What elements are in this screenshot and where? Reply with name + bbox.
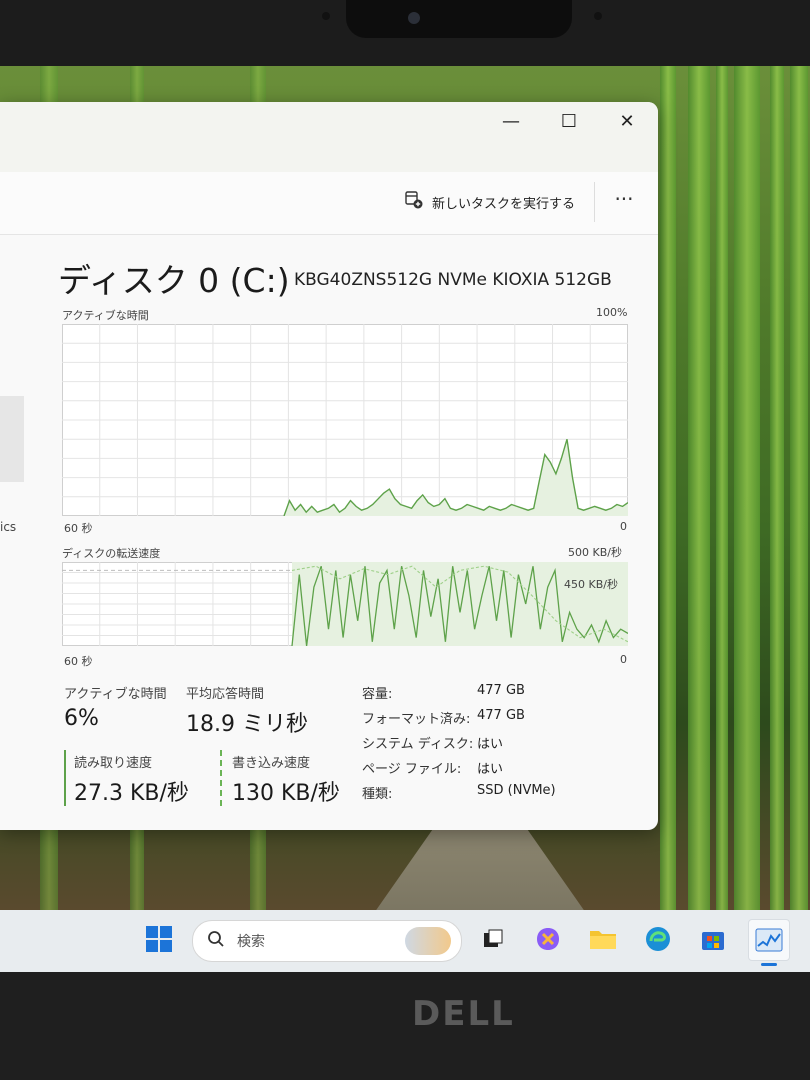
page-file-value: はい	[477, 762, 504, 777]
laptop-bezel-top	[0, 0, 810, 70]
task-view-button[interactable]	[478, 924, 508, 954]
webcam	[346, 0, 572, 38]
copilot-icon	[537, 928, 559, 950]
title-bar: — ☐ ✕	[0, 102, 658, 172]
search-placeholder: 検索	[237, 934, 265, 950]
toolbar-separator	[594, 182, 595, 222]
avg-response-value: 18.9 ミリ秒	[186, 712, 308, 737]
system-disk-value: はい	[477, 737, 504, 752]
active-time-graph	[62, 324, 628, 516]
minimize-button[interactable]: —	[482, 102, 540, 140]
sidebar-item-label: ics	[0, 520, 17, 534]
page-title: ディスク 0 (C:)	[58, 261, 290, 300]
toolbar: 新しいタスクを実行する ···	[0, 172, 658, 235]
page-file-label: ページ ファイル:	[362, 762, 462, 777]
task-manager-icon	[755, 928, 783, 952]
active-time-max-label: 100%	[596, 306, 628, 319]
start-button[interactable]	[144, 924, 174, 954]
search-highlight-icon	[405, 927, 451, 955]
write-speed-value: 130 KB/秒	[232, 781, 340, 806]
store-icon	[702, 932, 724, 950]
type-value: SSD (NVMe)	[477, 783, 556, 798]
transfer-rate-min-label: 0	[620, 653, 627, 666]
transfer-rate-graph-label: ディスクの転送速度	[62, 547, 161, 560]
type-label: 種類:	[362, 787, 393, 802]
task-manager-taskbar-button[interactable]	[748, 919, 790, 966]
capacity-label: 容量:	[362, 687, 393, 702]
active-time-graph-label: アクティブな時間	[62, 309, 149, 322]
active-time-min-label: 0	[620, 520, 627, 533]
active-time-stat-value: 6%	[64, 706, 99, 731]
task-manager-window: — ☐ ✕ 新しいタスクを実行する ··· ics ディスク 0 (C:) KB…	[0, 102, 658, 830]
transfer-rate-max-label: 500 KB/秒	[568, 546, 622, 559]
run-new-task-button[interactable]: 新しいタスクを実行する	[404, 186, 575, 218]
system-disk-label: システム ディスク:	[362, 737, 474, 752]
taskbar: 検索	[0, 910, 810, 972]
read-speed-value: 27.3 KB/秒	[74, 781, 189, 806]
taskbar-search-box[interactable]: 検索	[192, 920, 462, 962]
write-speed-label: 書き込み速度	[232, 756, 311, 771]
microsoft-store-button[interactable]	[698, 924, 728, 954]
folder-icon	[590, 931, 616, 949]
close-button[interactable]: ✕	[598, 102, 656, 140]
active-time-span-label: 60 秒	[64, 522, 93, 535]
task-view-icon	[484, 929, 503, 947]
capacity-value: 477 GB	[477, 683, 525, 698]
new-task-icon	[404, 190, 424, 214]
file-explorer-button[interactable]	[588, 924, 618, 954]
sidebar-selected-item[interactable]	[0, 396, 24, 482]
laptop-bezel-bottom: DELL	[0, 972, 810, 1080]
sensor-dot	[322, 12, 330, 20]
write-speed-legend-bar	[220, 750, 222, 806]
active-time-stat-label: アクティブな時間	[64, 687, 167, 702]
more-options-button[interactable]: ···	[606, 184, 642, 218]
windows-logo-icon	[146, 926, 172, 952]
disk-model: KBG40ZNS512G NVMe KIOXIA 512GB	[294, 270, 612, 290]
sensor-dot	[594, 12, 602, 20]
formatted-label: フォーマット済み:	[362, 712, 471, 727]
run-new-task-label: 新しいタスクを実行する	[432, 196, 576, 212]
formatted-value: 477 GB	[477, 708, 525, 723]
edge-icon	[646, 927, 670, 951]
edge-browser-button[interactable]	[643, 924, 673, 954]
active-indicator	[761, 963, 777, 966]
search-icon	[207, 930, 225, 952]
transfer-rate-span-label: 60 秒	[64, 655, 93, 668]
avg-response-label: 平均応答時間	[186, 687, 265, 702]
transfer-rate-reference-label: 450 KB/秒	[564, 578, 618, 591]
copilot-button[interactable]	[533, 924, 563, 954]
maximize-button[interactable]: ☐	[540, 102, 598, 140]
brand-logo: DELL	[412, 994, 515, 1034]
transfer-rate-graph	[62, 562, 628, 646]
read-speed-label: 読み取り速度	[74, 756, 153, 771]
read-speed-legend-bar	[64, 750, 66, 806]
